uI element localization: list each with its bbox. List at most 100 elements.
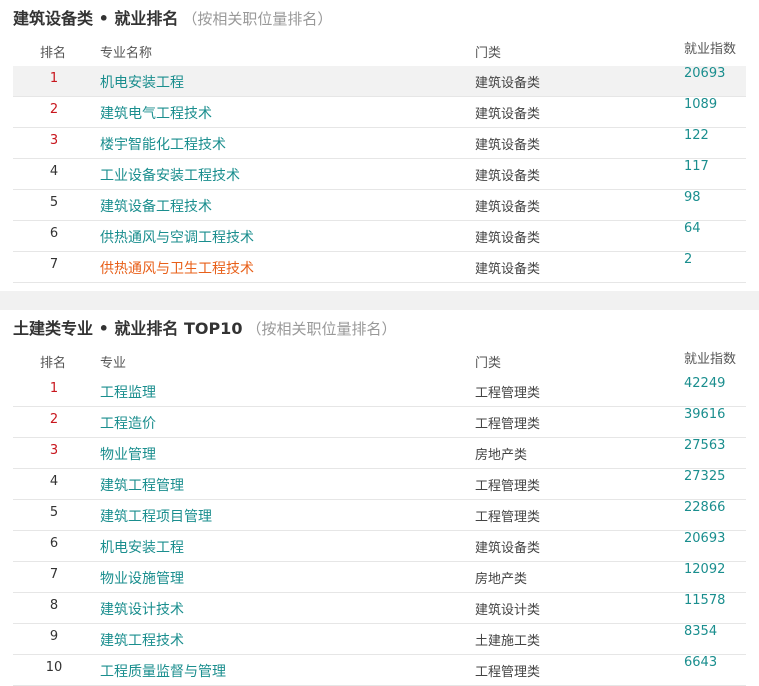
table-row: 2 工程造价 工程管理类 39616 — [13, 407, 746, 438]
table-row: 4 建筑工程管理 工程管理类 27325 — [13, 469, 746, 500]
table-row: 6 机电安装工程 建筑设备类 20693 — [13, 531, 746, 562]
ranking-table-body: 1 工程监理 工程管理类 42249 2 工程造价 工程管理类 39616 3 物业管理 房地产类 2… — [13, 376, 746, 686]
major-link[interactable]: 工程监理 — [100, 382, 156, 402]
major-link[interactable]: 建筑工程技术 — [100, 630, 184, 650]
major-link[interactable]: 物业管理 — [100, 444, 156, 464]
header-category: 门类 — [475, 356, 502, 371]
header-rank: 排名 — [40, 46, 67, 61]
rank-number: 3 — [49, 133, 59, 148]
rank-number: 10 — [45, 660, 63, 675]
table-header: 排名 专业名称 门类 就业指数 — [13, 36, 746, 66]
rank-number: 4 — [49, 164, 59, 179]
employment-index: 42249 — [684, 376, 726, 391]
employment-index: 64 — [684, 221, 701, 236]
category-text: 建筑设备类 — [475, 200, 541, 215]
employment-index: 2 — [684, 252, 693, 267]
header-rank: 排名 — [40, 356, 67, 371]
rank-number: 1 — [49, 71, 59, 86]
major-link[interactable]: 工程质量监督与管理 — [100, 661, 226, 681]
category-text: 建筑设计类 — [475, 603, 541, 618]
rank-number: 7 — [49, 257, 59, 272]
section-title-note: （按相关职位量排名） — [182, 10, 333, 28]
table-row: 7 供热通风与卫生工程技术 建筑设备类 2 — [13, 252, 746, 283]
rank-number: 2 — [49, 412, 59, 427]
major-link[interactable]: 机电安装工程 — [100, 72, 184, 92]
category-text: 建筑设备类 — [475, 231, 541, 246]
category-text: 工程管理类 — [475, 417, 541, 432]
employment-index: 6643 — [684, 655, 718, 670]
category-text: 土建施工类 — [475, 634, 541, 649]
table-header: 排名 专业 门类 就业指数 — [13, 346, 746, 376]
major-link[interactable]: 工业设备安装工程技术 — [100, 165, 240, 185]
employment-index: 117 — [684, 159, 709, 174]
employment-index: 12092 — [684, 562, 726, 577]
section-title-main: 建筑设备类 • 就业排名 — [13, 9, 179, 28]
rank-number: 6 — [49, 226, 59, 241]
employment-index: 98 — [684, 190, 701, 205]
table-row: 8 建筑设计技术 建筑设计类 11578 — [13, 593, 746, 624]
employment-index: 20693 — [684, 531, 726, 546]
major-link[interactable]: 建筑电气工程技术 — [100, 103, 212, 123]
major-link[interactable]: 供热通风与空调工程技术 — [100, 227, 254, 247]
category-text: 建筑设备类 — [475, 76, 541, 91]
rank-number: 4 — [49, 474, 59, 489]
category-text: 建筑设备类 — [475, 138, 541, 153]
table-row: 9 建筑工程技术 土建施工类 8354 — [13, 624, 746, 655]
category-text: 房地产类 — [475, 448, 528, 463]
employment-index: 22866 — [684, 500, 726, 515]
employment-index: 20693 — [684, 66, 726, 81]
rank-number: 2 — [49, 102, 59, 117]
rank-number: 1 — [49, 381, 59, 396]
table-row: 6 供热通风与空调工程技术 建筑设备类 64 — [13, 221, 746, 252]
table-row: 1 机电安装工程 建筑设备类 20693 — [13, 66, 746, 97]
major-link[interactable]: 机电安装工程 — [100, 537, 184, 557]
major-link[interactable]: 物业设施管理 — [100, 568, 184, 588]
rank-number: 5 — [49, 505, 59, 520]
employment-index: 27325 — [684, 469, 726, 484]
section-title: 土建类专业 • 就业排名 TOP10 （按相关职位量排名） — [13, 318, 396, 340]
table-row: 10 工程质量监督与管理 工程管理类 6643 — [13, 655, 746, 686]
table-row: 5 建筑设备工程技术 建筑设备类 98 — [13, 190, 746, 221]
header-major: 专业名称 — [100, 46, 153, 61]
major-link[interactable]: 建筑设计技术 — [100, 599, 184, 619]
header-index: 就业指数 — [684, 352, 737, 367]
employment-index: 1089 — [684, 97, 718, 112]
table-row: 5 建筑工程项目管理 工程管理类 22866 — [13, 500, 746, 531]
rank-number: 6 — [49, 536, 59, 551]
table-row: 4 工业设备安装工程技术 建筑设备类 117 — [13, 159, 746, 190]
major-link[interactable]: 建筑工程项目管理 — [100, 506, 212, 526]
category-text: 建筑设备类 — [475, 262, 541, 277]
employment-index: 11578 — [684, 593, 726, 608]
major-link[interactable]: 建筑工程管理 — [100, 475, 184, 495]
employment-index: 27563 — [684, 438, 726, 453]
table-row: 3 楼宇智能化工程技术 建筑设备类 122 — [13, 128, 746, 159]
header-category: 门类 — [475, 46, 502, 61]
category-text: 建筑设备类 — [475, 169, 541, 184]
employment-index: 8354 — [684, 624, 718, 639]
category-text: 工程管理类 — [475, 479, 541, 494]
major-link[interactable]: 楼宇智能化工程技术 — [100, 134, 226, 154]
section-separator — [0, 291, 759, 310]
category-text: 工程管理类 — [475, 665, 541, 680]
section-title-main: 土建类专业 • 就业排名 TOP10 — [13, 319, 243, 338]
table-row: 1 工程监理 工程管理类 42249 — [13, 376, 746, 407]
header-index: 就业指数 — [684, 42, 737, 57]
category-text: 工程管理类 — [475, 386, 541, 401]
rank-number: 5 — [49, 195, 59, 210]
major-link[interactable]: 建筑设备工程技术 — [100, 196, 212, 216]
category-text: 建筑设备类 — [475, 541, 541, 556]
major-link[interactable]: 工程造价 — [100, 413, 156, 433]
rank-number: 7 — [49, 567, 59, 582]
table-row: 3 物业管理 房地产类 27563 — [13, 438, 746, 469]
category-text: 工程管理类 — [475, 510, 541, 525]
category-text: 房地产类 — [475, 572, 528, 587]
major-link[interactable]: 供热通风与卫生工程技术 — [100, 258, 254, 278]
section-title: 建筑设备类 • 就业排名 （按相关职位量排名） — [13, 8, 332, 30]
section-title-note: （按相关职位量排名） — [246, 320, 397, 338]
rank-number: 8 — [49, 598, 59, 613]
category-text: 建筑设备类 — [475, 107, 541, 122]
rank-number: 9 — [49, 629, 59, 644]
employment-index: 122 — [684, 128, 709, 143]
ranking-table-body: 1 机电安装工程 建筑设备类 20693 2 建筑电气工程技术 建筑设备类 1089 3 楼宇智能… — [13, 66, 746, 283]
rank-number: 3 — [49, 443, 59, 458]
